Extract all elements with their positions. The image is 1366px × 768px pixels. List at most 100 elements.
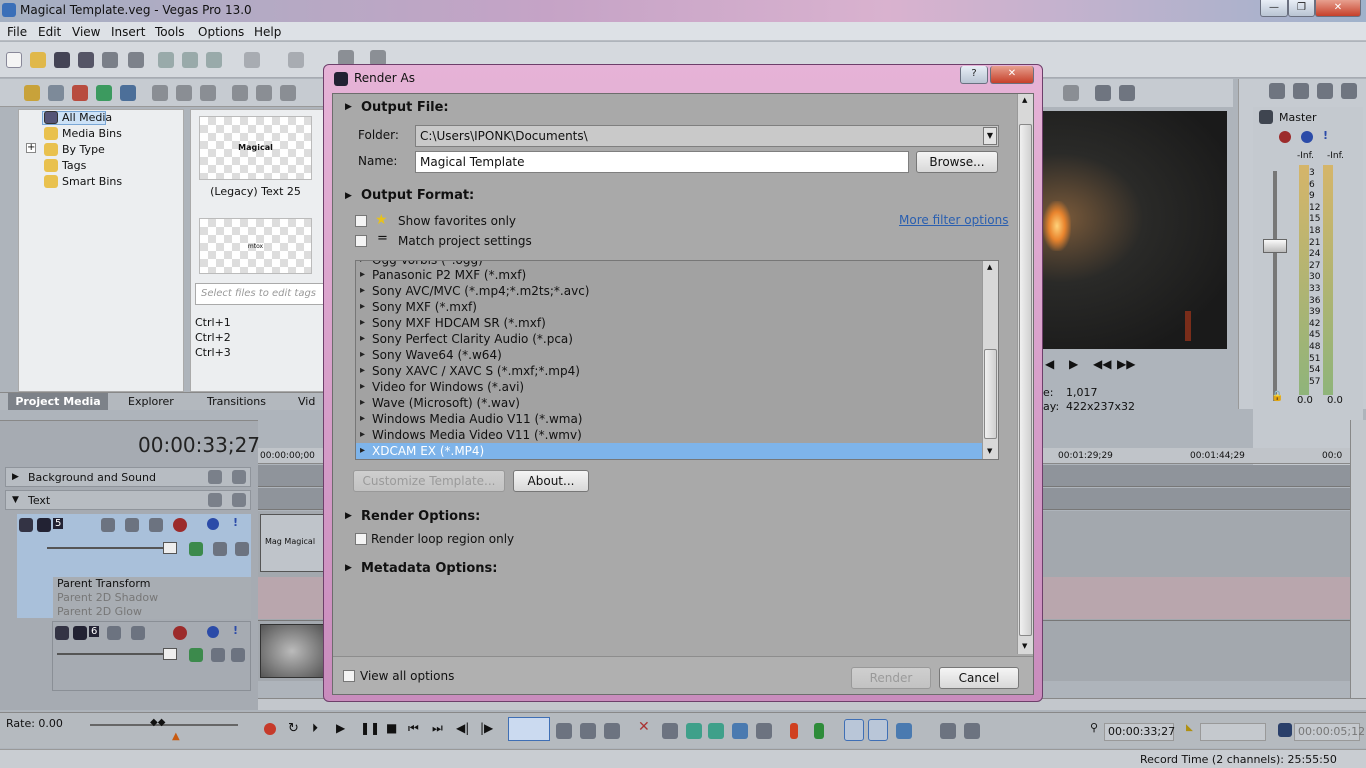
snapping-icon[interactable] xyxy=(844,719,864,741)
rate-slider-icon[interactable]: ◆◆ xyxy=(150,717,165,728)
collapse-render-options-icon[interactable]: ▶ xyxy=(345,511,352,521)
composite-mode-icon[interactable] xyxy=(189,648,203,662)
help-button[interactable]: ? xyxy=(960,66,988,84)
track-motion-icon[interactable] xyxy=(208,470,222,484)
name-input[interactable]: Magical Template xyxy=(415,151,909,173)
loop-icon[interactable]: ↻ xyxy=(288,721,299,736)
view-all-options-checkbox[interactable] xyxy=(343,670,355,682)
move-down-icon[interactable] xyxy=(211,648,225,662)
dim-icon[interactable] xyxy=(1317,83,1333,99)
format-item[interactable]: Sony Wave64 (*.w64) xyxy=(356,347,982,363)
dialog-scroll-thumb[interactable] xyxy=(1019,124,1032,636)
play-from-start-icon[interactable]: ⏵ xyxy=(312,721,318,736)
track-motion-icon[interactable] xyxy=(131,626,145,640)
split-icon[interactable] xyxy=(732,723,748,739)
make-compositing-child-icon[interactable] xyxy=(125,518,139,532)
level-slider[interactable] xyxy=(163,648,177,660)
track-fx-icon[interactable] xyxy=(173,626,187,640)
go-to-start-icon[interactable]: ⏮ xyxy=(408,721,419,736)
save-snapshot-icon[interactable] xyxy=(1119,85,1135,101)
move-up-icon[interactable] xyxy=(231,648,245,662)
solo-icon[interactable]: ! xyxy=(233,624,238,637)
dialog-scrollbar[interactable]: ▲ ▼ xyxy=(1017,94,1033,654)
auto-preview-icon[interactable] xyxy=(280,85,296,101)
bus-icon[interactable] xyxy=(1269,83,1285,99)
cancel-button[interactable]: Cancel xyxy=(939,667,1019,689)
format-list[interactable]: Ogg Vorbis (*.ogg) Panasonic P2 MXF (*.m… xyxy=(355,260,999,460)
expand-icon[interactable]: + xyxy=(26,143,36,153)
fast-forward-icon[interactable]: ▶▶ xyxy=(1117,357,1135,371)
next-frame-icon[interactable]: ▶ xyxy=(1069,357,1078,371)
track-fx-icon[interactable] xyxy=(232,470,246,484)
paste-icon[interactable] xyxy=(206,52,222,68)
stop-icon[interactable] xyxy=(256,85,272,101)
format-list-scrollbar[interactable]: ▲ ▼ xyxy=(982,261,998,459)
pause-icon[interactable]: ❚❚ xyxy=(360,721,380,735)
properties-icon[interactable] xyxy=(200,85,216,101)
level-slider[interactable] xyxy=(163,542,177,554)
show-favorites-checkbox[interactable] xyxy=(355,215,367,227)
tab-explorer[interactable]: Explorer xyxy=(128,395,174,408)
render-button[interactable]: Render xyxy=(851,667,931,689)
move-down-icon[interactable] xyxy=(213,542,227,556)
edit-tool-button[interactable] xyxy=(508,717,550,741)
timeline-vertical-scrollbar[interactable] xyxy=(1350,420,1366,698)
menu-file[interactable]: File xyxy=(7,25,27,39)
format-item[interactable]: Sony Perfect Clarity Audio (*.pca) xyxy=(356,331,982,347)
tags-input[interactable]: Select files to edit tags xyxy=(195,283,324,305)
mute-icon[interactable] xyxy=(207,518,219,530)
scroll-up-icon[interactable]: ▲ xyxy=(1022,96,1027,104)
timeline-clip-text[interactable]: Mag Magical xyxy=(260,514,324,572)
media-fx-icon[interactable] xyxy=(176,85,192,101)
import-icon[interactable] xyxy=(24,85,40,101)
compositing-icon[interactable] xyxy=(107,626,121,640)
format-item[interactable]: Windows Media Audio V11 (*.wma) xyxy=(356,411,982,427)
trim-icon[interactable] xyxy=(662,723,678,739)
ripple-edit-icon[interactable] xyxy=(896,723,912,739)
media-thumbnail-1[interactable]: Magical xyxy=(199,116,312,180)
format-item-selected[interactable]: XDCAM EX (*.MP4) xyxy=(356,443,982,459)
collapse-output-format-icon[interactable]: ▶ xyxy=(345,191,352,201)
folder-dropdown-icon[interactable]: ▼ xyxy=(983,127,997,145)
format-item[interactable]: Sony MXF (*.mxf) xyxy=(356,299,982,315)
lock-icon[interactable]: 🔒 xyxy=(1271,391,1283,402)
tree-item-by-type[interactable]: By Type xyxy=(62,143,105,156)
menu-help[interactable]: Help xyxy=(254,25,281,39)
collapse-icon[interactable] xyxy=(19,518,33,532)
cursor-time[interactable]: 00:00:33;27 xyxy=(1104,723,1175,741)
expand-track-icon[interactable]: ▶ xyxy=(12,472,19,482)
marker-icon[interactable] xyxy=(790,723,798,739)
collapse-icon[interactable] xyxy=(55,626,69,640)
properties-icon[interactable] xyxy=(102,52,118,68)
tree-item-all-media[interactable]: All Media xyxy=(62,111,112,124)
format-item[interactable]: Windows Media Video V11 (*.wmv) xyxy=(356,427,982,443)
prev-frame-icon[interactable]: ◀ xyxy=(1045,357,1054,371)
render-loop-checkbox[interactable] xyxy=(355,533,367,545)
match-project-checkbox[interactable] xyxy=(355,235,367,247)
copy-snapshot-icon[interactable] xyxy=(1095,85,1111,101)
move-up-icon[interactable] xyxy=(235,542,249,556)
menu-edit[interactable]: Edit xyxy=(38,25,61,39)
browse-button[interactable]: Browse... xyxy=(916,151,998,173)
selection-tool-icon[interactable] xyxy=(580,723,596,739)
track-fx-icon[interactable] xyxy=(173,518,187,532)
search-icon[interactable] xyxy=(120,85,136,101)
media-thumbnail-2[interactable]: mtox xyxy=(199,218,312,274)
redo-icon[interactable] xyxy=(288,52,304,68)
master-fader[interactable] xyxy=(1263,239,1287,253)
fx-parent-transform[interactable]: Parent Transform xyxy=(53,577,251,591)
menu-tools[interactable]: Tools xyxy=(155,25,185,39)
track-motion-icon[interactable] xyxy=(149,518,163,532)
format-item[interactable]: Video for Windows (*.avi) xyxy=(356,379,982,395)
stop-icon[interactable]: ■ xyxy=(386,721,397,735)
track-fx-icon[interactable] xyxy=(232,493,246,507)
next-frame-icon[interactable]: |▶ xyxy=(480,721,493,735)
format-item[interactable]: Sony XAVC / XAVC S (*.mxf;*.mp4) xyxy=(356,363,982,379)
maximize-button[interactable]: ❐ xyxy=(1288,0,1315,17)
capture-icon[interactable] xyxy=(48,85,64,101)
cut-icon[interactable] xyxy=(158,52,174,68)
region-icon[interactable] xyxy=(814,723,824,739)
more-filter-options-link[interactable]: More filter options xyxy=(899,213,1009,227)
previous-frame-icon[interactable]: ◀| xyxy=(456,721,469,735)
composite-mode-icon[interactable] xyxy=(189,542,203,556)
